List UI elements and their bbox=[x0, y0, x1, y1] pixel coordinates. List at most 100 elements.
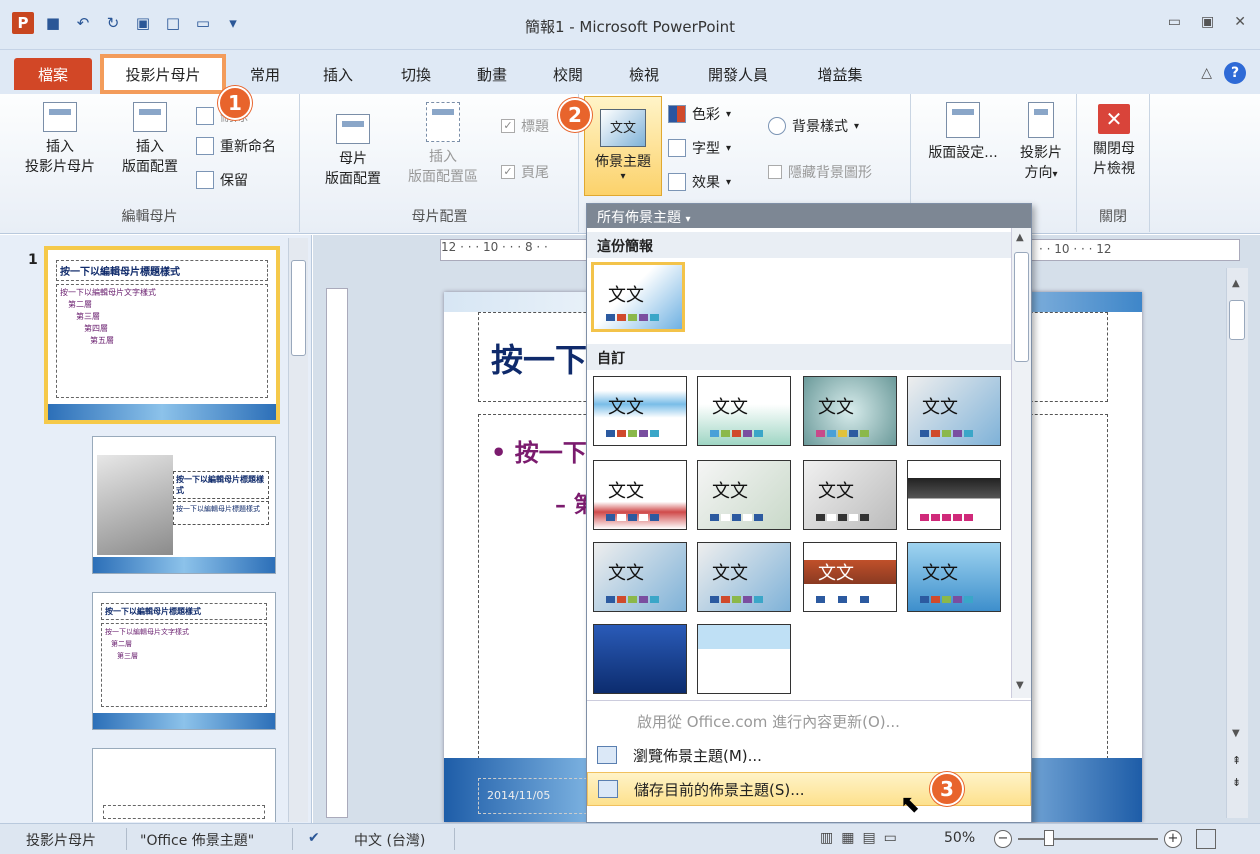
status-language[interactable]: 中文 (台灣) bbox=[354, 830, 425, 850]
close-icon: ✕ bbox=[1098, 104, 1130, 134]
group-close: ✕ 關閉母 片檢視 關閉 bbox=[1076, 94, 1150, 232]
previous-slide-icon[interactable]: ⇞ bbox=[1232, 754, 1241, 767]
rename-button[interactable]: 重新命名 bbox=[196, 136, 276, 156]
theme-thumb-text: 文文 bbox=[608, 563, 644, 584]
tab-slide-master[interactable]: 投影片母片 bbox=[100, 54, 226, 94]
thumb-level1: 按一下以編輯母片文字樣式 bbox=[60, 288, 156, 297]
spell-check-icon[interactable]: ✔ bbox=[308, 830, 320, 846]
scrollbar-thumb[interactable] bbox=[291, 260, 306, 356]
themes-button[interactable]: 文文 佈景主題 ▾ bbox=[584, 96, 662, 196]
preserve-button[interactable]: 保留 bbox=[196, 170, 248, 190]
gallery-header[interactable]: 所有佈景主題 ▾ bbox=[587, 204, 1031, 228]
footers-checkbox-label: 頁尾 bbox=[521, 165, 549, 181]
insert-placeholder-button[interactable]: 插入 版面配置區 bbox=[395, 102, 491, 186]
theme-custom-6[interactable]: 文文 bbox=[697, 460, 791, 530]
layout-thumbnail-4[interactable] bbox=[92, 748, 276, 822]
status-view: 投影片母片 bbox=[26, 833, 96, 849]
background-styles-button[interactable]: 背景樣式 ▾ bbox=[768, 116, 859, 136]
layout-icon bbox=[133, 102, 167, 132]
thumb-level2: 第二層 bbox=[68, 300, 92, 309]
effects-button[interactable]: 效果 ▾ bbox=[668, 172, 731, 192]
scroll-up-icon[interactable]: ▲ bbox=[1016, 232, 1024, 243]
slide-master-thumbnail[interactable]: 按一下以編輯母片標題樣式 按一下以編輯母片文字樣式 第二層 第三層 第四層 第五… bbox=[44, 246, 280, 424]
theme-custom-7[interactable]: 文文 bbox=[803, 460, 897, 530]
zoom-slider-handle[interactable] bbox=[1044, 830, 1054, 846]
theme-custom-9[interactable]: 文文 bbox=[593, 542, 687, 612]
fit-to-window-icon[interactable] bbox=[1196, 829, 1216, 849]
next-slide-icon[interactable]: ⇟ bbox=[1232, 776, 1241, 789]
thumb-level1: 按一下以編輯母片文字樣式 bbox=[105, 628, 189, 636]
theme-custom-11[interactable]: 文文 bbox=[803, 542, 897, 612]
insert-slide-master-button[interactable]: 插入 投影片母片 bbox=[14, 102, 106, 176]
enable-office-updates-item[interactable]: 啟用從 Office.com 進行內容更新(O)... bbox=[587, 704, 1031, 738]
scrollbar-thumb[interactable] bbox=[1229, 300, 1245, 340]
theme-current[interactable]: 文文 bbox=[591, 262, 685, 332]
thumbnail-band bbox=[48, 404, 276, 420]
theme-custom-2[interactable]: 文文 bbox=[697, 376, 791, 446]
ribbon-collapse-icon[interactable]: △ bbox=[1201, 65, 1212, 81]
step-badge-1: 1 bbox=[218, 86, 252, 120]
status-theme[interactable]: "Office 佈景主題" bbox=[140, 830, 254, 850]
theme-custom-1[interactable]: 文文 bbox=[593, 376, 687, 446]
colors-button[interactable]: 色彩 ▾ bbox=[668, 104, 731, 124]
footers-checkbox[interactable]: ✓ 頁尾 bbox=[501, 162, 549, 182]
restore-icon[interactable]: ▣ bbox=[1201, 14, 1214, 30]
scroll-down-icon[interactable]: ▼ bbox=[1232, 728, 1240, 739]
zoom-level[interactable]: 50% bbox=[944, 830, 975, 846]
insert-layout-button[interactable]: 插入 版面配置 bbox=[110, 102, 190, 176]
save-theme-icon bbox=[598, 780, 618, 798]
scrollbar-thumb[interactable] bbox=[1014, 252, 1029, 362]
page-setup-button[interactable]: 版面設定... bbox=[920, 102, 1006, 162]
close-master-view-button[interactable]: ✕ 關閉母 片檢視 bbox=[1081, 94, 1147, 178]
scroll-up-icon[interactable]: ▲ bbox=[1232, 278, 1240, 289]
placeholder-icon bbox=[426, 102, 460, 142]
title-check-icon: ✓ bbox=[501, 119, 515, 133]
save-current-theme-item[interactable]: 儲存目前的佈景主題(S)... bbox=[587, 772, 1031, 806]
tab-developer[interactable]: 開發人員 bbox=[700, 58, 776, 90]
theme-custom-10[interactable]: 文文 bbox=[697, 542, 791, 612]
insert-layout-label2: 版面配置 bbox=[122, 159, 178, 175]
theme-custom-12[interactable]: 文文 bbox=[907, 542, 1001, 612]
background-styles-label: 背景樣式 bbox=[792, 119, 848, 135]
theme-custom-5[interactable]: 文文 bbox=[593, 460, 687, 530]
theme-custom-14[interactable] bbox=[697, 624, 791, 694]
tab-insert[interactable]: 插入 bbox=[318, 58, 358, 90]
tab-home[interactable]: 常用 bbox=[238, 58, 292, 90]
tab-addins[interactable]: 增益集 bbox=[810, 58, 870, 90]
scroll-down-icon[interactable]: ▼ bbox=[1016, 680, 1024, 691]
gallery-scrollbar[interactable]: ▲ ▼ bbox=[1011, 228, 1031, 698]
close-master-label1: 關閉母 bbox=[1093, 141, 1135, 157]
insert-placeholder-label2: 版面配置區 bbox=[408, 169, 478, 185]
master-layout-button[interactable]: 母片 版面配置 bbox=[313, 114, 393, 188]
fonts-label: 字型 bbox=[692, 141, 720, 157]
layout-thumbnail-3[interactable]: 按一下以編輯母片標題樣式 按一下以編輯母片文字樣式 第二層 第三層 bbox=[92, 592, 276, 730]
divider bbox=[292, 828, 293, 850]
browse-themes-item[interactable]: 瀏覽佈景主題(M)... bbox=[587, 738, 1031, 772]
help-icon[interactable]: ? bbox=[1224, 62, 1246, 84]
tab-view[interactable]: 檢視 bbox=[622, 58, 666, 90]
orientation-label1: 投影片 bbox=[1020, 145, 1062, 161]
tab-file[interactable]: 檔案 bbox=[14, 58, 92, 90]
fonts-button[interactable]: 字型 ▾ bbox=[668, 138, 731, 158]
close-icon[interactable]: ✕ bbox=[1234, 14, 1246, 30]
theme-custom-3[interactable]: 文文 bbox=[803, 376, 897, 446]
zoom-slider[interactable] bbox=[1018, 838, 1158, 840]
view-buttons[interactable]: ▥▦▤▭ bbox=[820, 830, 905, 846]
theme-custom-13[interactable] bbox=[593, 624, 687, 694]
minimize-icon[interactable]: ▭ bbox=[1168, 14, 1181, 30]
zoom-in-icon[interactable]: + bbox=[1164, 830, 1182, 848]
theme-custom-8[interactable] bbox=[907, 460, 1001, 530]
title-checkbox[interactable]: ✓ 標題 bbox=[501, 116, 549, 136]
slide-orientation-button[interactable]: 投影片 方向▾ bbox=[1010, 102, 1072, 182]
tab-animations[interactable]: 動畫 bbox=[470, 58, 514, 90]
theme-thumb-text: 文文 bbox=[922, 563, 958, 584]
zoom-out-icon[interactable]: − bbox=[994, 830, 1012, 848]
slide-scrollbar[interactable]: ▲ ▼ ⇞ ⇟ bbox=[1226, 268, 1248, 818]
thumbnail-scrollbar[interactable] bbox=[288, 238, 308, 822]
theme-custom-4[interactable]: 文文 bbox=[907, 376, 1001, 446]
hide-background-checkbox[interactable]: 隱藏背景圖形 bbox=[768, 162, 872, 182]
tab-transitions[interactable]: 切換 bbox=[394, 58, 438, 90]
tab-review[interactable]: 校閱 bbox=[546, 58, 590, 90]
thumbnail-band bbox=[93, 713, 275, 729]
layout-thumbnail-2[interactable]: 按一下以編輯母片標題樣式 按一下以編輯母片標題樣式 bbox=[92, 436, 276, 574]
